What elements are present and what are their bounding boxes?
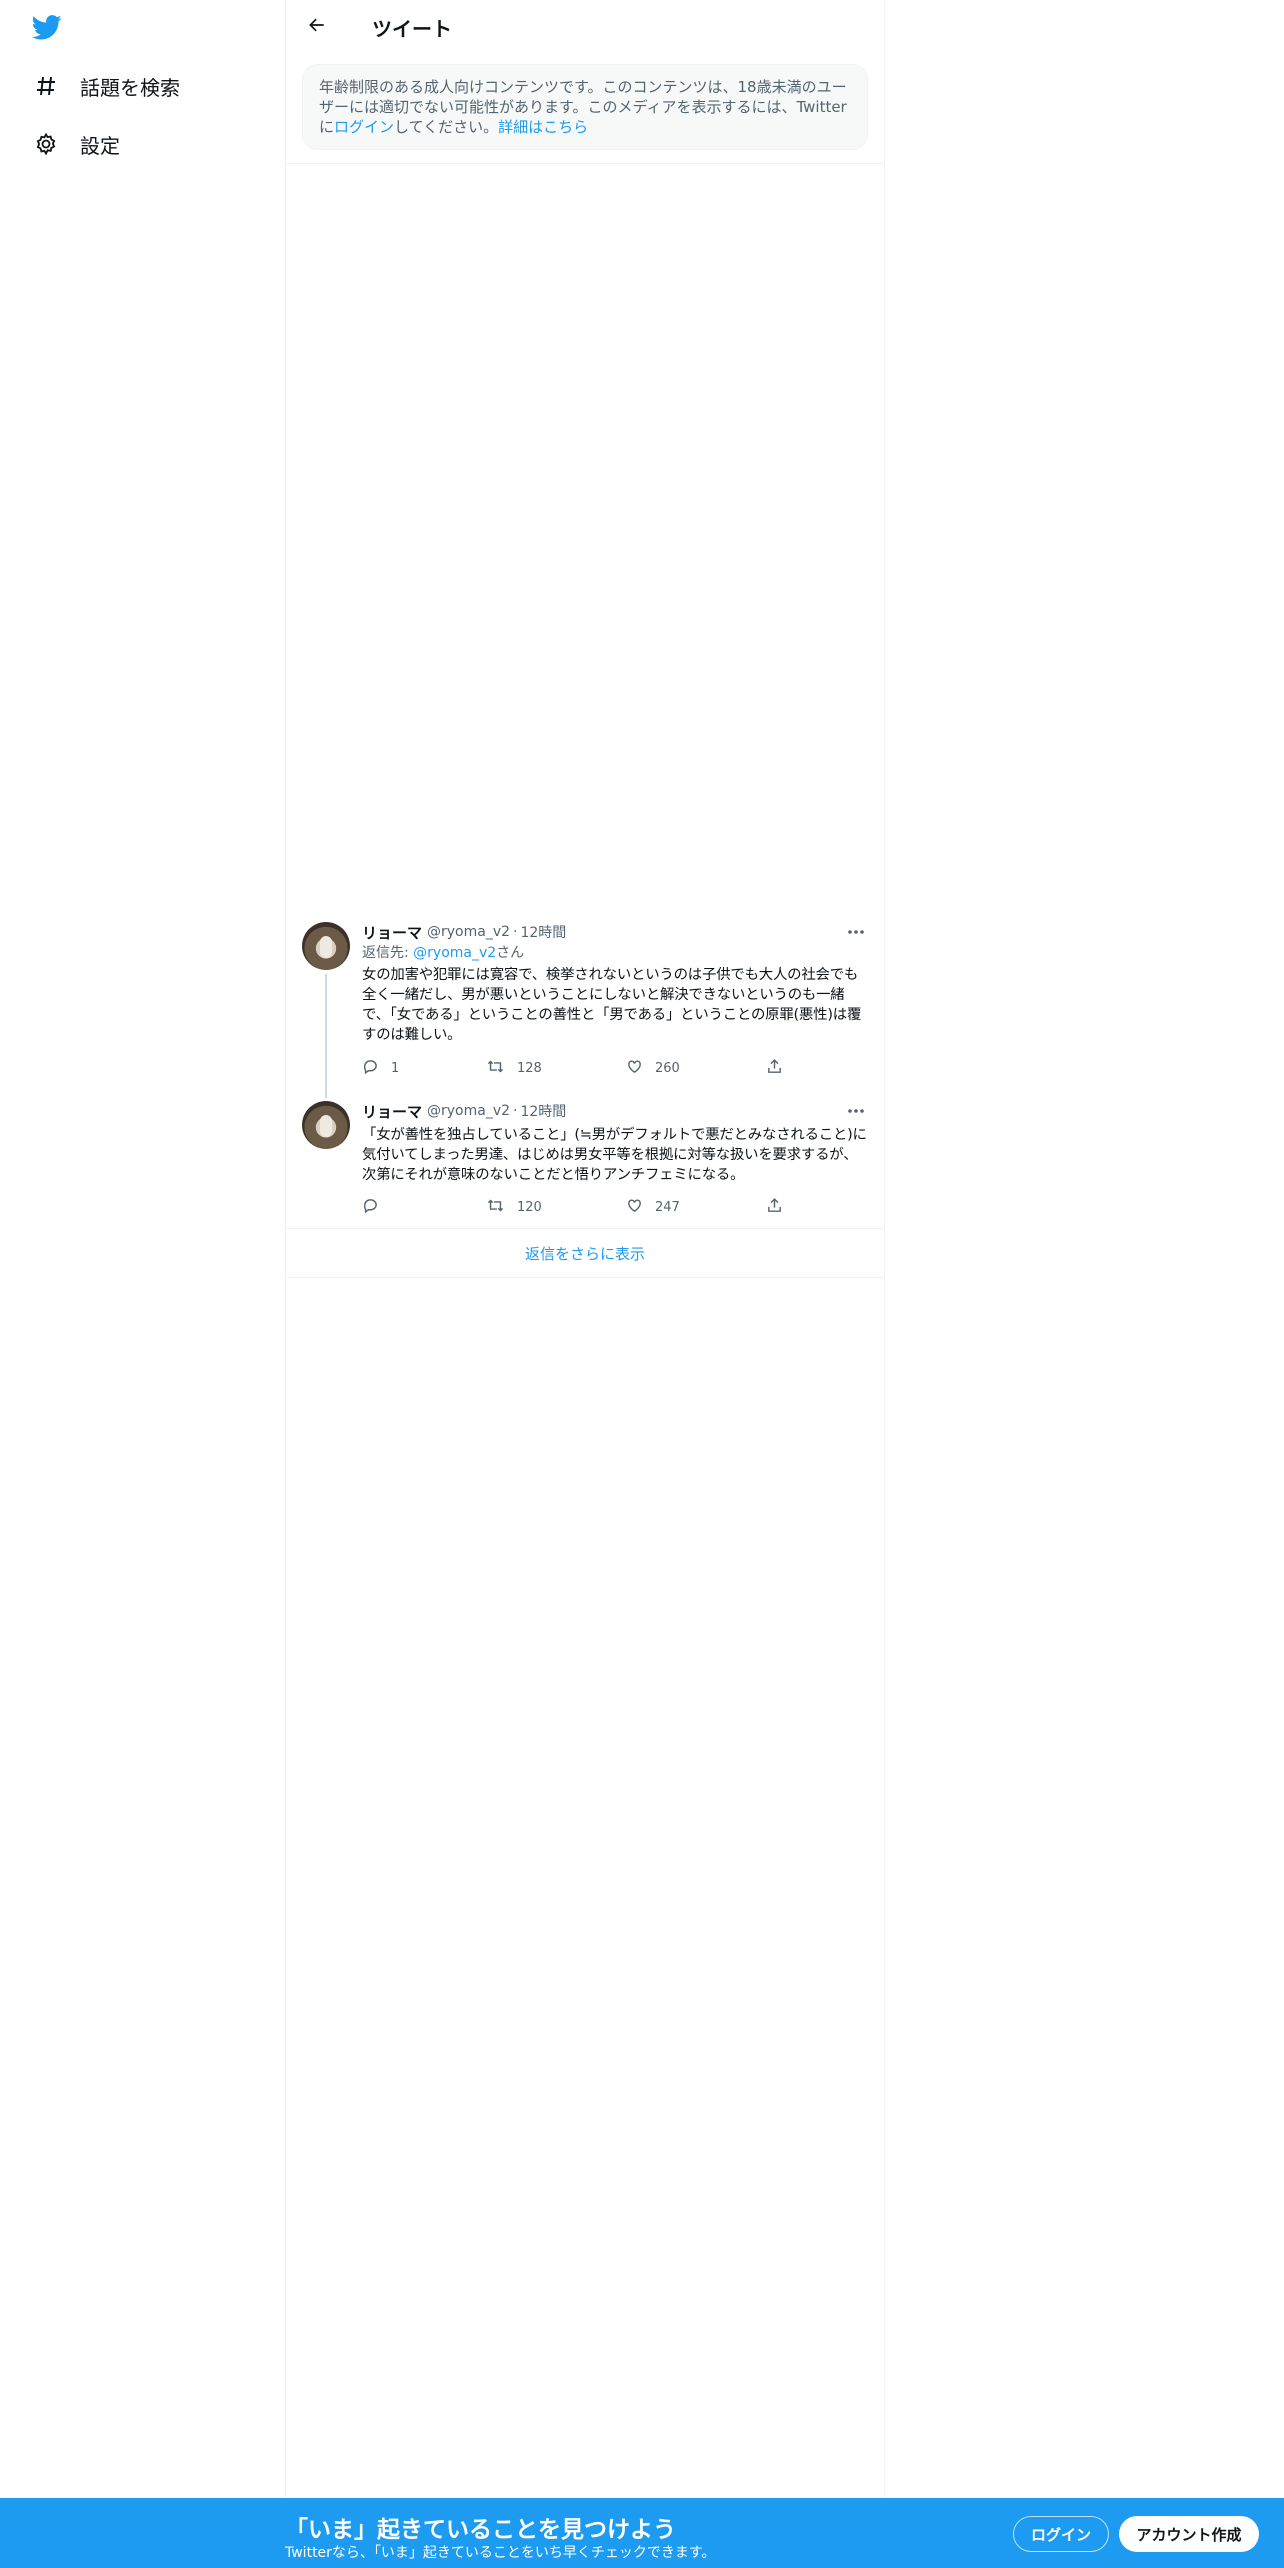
timestamp[interactable]: 12時間 — [520, 922, 566, 942]
like-button[interactable]: 247 — [626, 1197, 766, 1218]
share-button[interactable] — [766, 1197, 806, 1218]
retweet-icon — [486, 1058, 505, 1079]
share-icon — [766, 1058, 783, 1079]
separator: · — [513, 924, 518, 940]
retweet-count: 128 — [517, 1060, 542, 1076]
tweet-actions: 1 128 260 — [362, 1058, 806, 1078]
reply-handle-link[interactable]: @ryoma_v2 — [413, 945, 496, 961]
banner-subtitle: Twitterなら、「いま」起きていることをいち早くチェックできます。 — [285, 2545, 716, 2561]
separator: · — [513, 1103, 518, 1119]
signup-button[interactable]: アカウント作成 — [1119, 2516, 1259, 2552]
user-handle[interactable]: @ryoma_v2 — [427, 1103, 510, 1119]
tweet-actions: 120 247 — [362, 1197, 806, 1217]
comment-icon — [362, 1058, 379, 1079]
tweet[interactable]: リョーマ @ryoma_v2 · 12時間 返信先: @ryoma_v2さん 女… — [286, 922, 884, 1098]
details-link[interactable]: 詳細はこちら — [498, 118, 588, 136]
heart-icon — [626, 1058, 643, 1079]
share-icon — [766, 1197, 783, 1218]
timestamp[interactable]: 12時間 — [520, 1101, 566, 1121]
hashtag-icon — [32, 72, 60, 100]
tweet-meta: リョーマ @ryoma_v2 · 12時間 — [362, 922, 868, 942]
tweet-text: 女の加害や犯罪には寛容で、検挙されないというのは子供でも大人の社会でも全く一緒だ… — [362, 967, 862, 1043]
tweet-body: リョーマ @ryoma_v2 · 12時間 返信先: @ryoma_v2さん 女… — [362, 920, 868, 1076]
tweet-text: 「女が善性を独占していること」(≒男がデフォルトで悪だとみなされること)に気付い… — [362, 1127, 867, 1183]
reply-button[interactable]: 1 — [362, 1058, 486, 1079]
show-more-replies-link[interactable]: 返信をさらに表示 — [286, 1228, 884, 1278]
user-handle[interactable]: @ryoma_v2 — [427, 924, 510, 940]
thread-line — [325, 974, 327, 1098]
retweet-count: 120 — [517, 1199, 542, 1215]
tweet-body: リョーマ @ryoma_v2 · 12時間 「女が善性を独占していること」(≒男… — [362, 1099, 868, 1215]
user-name[interactable]: リョーマ — [362, 1101, 422, 1122]
retweet-icon — [486, 1197, 505, 1218]
sidebar-item-label: 設定 — [80, 133, 120, 158]
avatar[interactable] — [302, 922, 350, 970]
back-button[interactable] — [302, 12, 332, 42]
reply-suffix: さん — [496, 945, 525, 961]
sidebar-item-settings[interactable]: 設定 — [32, 124, 120, 164]
avatar[interactable] — [302, 1101, 350, 1149]
retweet-button[interactable]: 128 — [486, 1058, 626, 1079]
like-count: 260 — [655, 1060, 680, 1076]
user-name[interactable]: リョーマ — [362, 922, 422, 943]
sidebar: 話題を検索 設定 — [0, 0, 285, 2568]
reply-prefix: 返信先: — [362, 945, 414, 961]
tweet-meta: リョーマ @ryoma_v2 · 12時間 — [362, 1101, 868, 1121]
reply-count: 1 — [391, 1060, 400, 1076]
page-header: ツイート — [286, 0, 884, 54]
retweet-button[interactable]: 120 — [486, 1197, 626, 1218]
more-options-icon[interactable] — [844, 1099, 868, 1123]
like-count: 247 — [655, 1199, 680, 1215]
hidden-media-area — [286, 163, 884, 918]
login-link[interactable]: ログイン — [334, 118, 394, 136]
signup-banner: 「いま」起きていることを見つけよう Twitterなら、「いま」起きていることを… — [0, 2498, 1284, 2568]
main-column: ツイート 年齢制限のある成人向けコンテンツです。このコンテンツは、18歳未満のユ… — [285, 0, 885, 2498]
reply-to: 返信先: @ryoma_v2さん — [362, 942, 868, 964]
like-button[interactable]: 260 — [626, 1058, 766, 1079]
more-options-icon[interactable] — [844, 920, 868, 944]
tweet[interactable]: リョーマ @ryoma_v2 · 12時間 「女が善性を独占していること」(≒男… — [286, 1101, 884, 1229]
notice-text-after: してください。 — [394, 118, 499, 136]
twitter-bird-icon[interactable] — [30, 12, 66, 46]
sidebar-item-explore[interactable]: 話題を検索 — [32, 66, 180, 106]
sensitive-content-notice: 年齢制限のある成人向けコンテンツです。このコンテンツは、18歳未満のユーザーには… — [302, 64, 868, 150]
reply-button[interactable] — [362, 1197, 486, 1218]
banner-title: 「いま」起きていることを見つけよう — [285, 2517, 676, 2543]
sidebar-item-label: 話題を検索 — [80, 75, 180, 100]
share-button[interactable] — [766, 1058, 806, 1079]
gear-icon — [32, 130, 60, 158]
login-button[interactable]: ログイン — [1013, 2516, 1109, 2552]
arrow-left-icon — [307, 15, 327, 39]
page-title: ツイート — [372, 16, 452, 41]
comment-icon — [362, 1197, 379, 1218]
heart-icon — [626, 1197, 643, 1218]
